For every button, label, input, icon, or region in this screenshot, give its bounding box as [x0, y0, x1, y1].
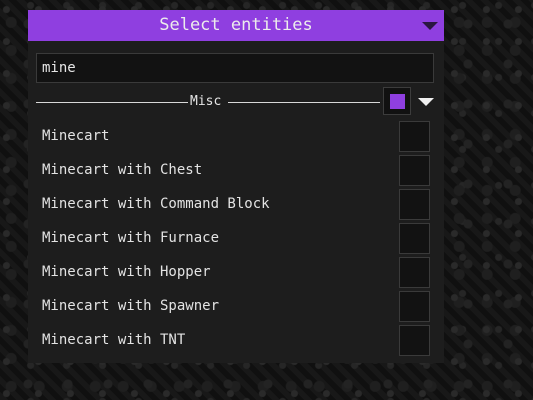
- entity-checkbox[interactable]: [399, 155, 430, 186]
- entity-label: Minecart with Chest: [42, 162, 203, 178]
- search-input[interactable]: mine: [36, 53, 434, 83]
- entity-checkbox[interactable]: [399, 325, 430, 356]
- category-select-all-checkbox[interactable]: [383, 87, 411, 115]
- category-label: Misc: [190, 94, 222, 109]
- entity-checkbox[interactable]: [399, 223, 430, 254]
- entity-label: Minecart with Furnace: [42, 230, 220, 246]
- chevron-down-icon[interactable]: [422, 22, 438, 30]
- entity-checkbox[interactable]: [399, 189, 430, 220]
- entity-row[interactable]: Minecart with Command Block: [28, 187, 444, 221]
- entity-label: Minecart with TNT: [42, 332, 186, 348]
- entity-checkbox[interactable]: [399, 257, 430, 288]
- entity-checkbox[interactable]: [399, 121, 430, 152]
- entity-selector-panel: Select entities mine Misc Minecart Minec…: [28, 10, 444, 363]
- entity-row[interactable]: Minecart: [28, 119, 444, 153]
- entity-label: Minecart: [42, 128, 110, 144]
- chevron-down-icon[interactable]: [418, 98, 434, 106]
- entity-row[interactable]: Minecart with Hopper: [28, 255, 444, 289]
- entity-label: Minecart with Hopper: [42, 264, 211, 280]
- separator-line-left: [36, 102, 188, 103]
- entity-row[interactable]: Minecart with TNT: [28, 323, 444, 357]
- entity-row[interactable]: Minecart with Chest: [28, 153, 444, 187]
- entity-row[interactable]: Minecart with Spawner: [28, 289, 444, 323]
- entity-label: Minecart with Command Block: [42, 196, 270, 212]
- search-input-value: mine: [42, 60, 76, 76]
- panel-title: Select entities: [159, 15, 313, 35]
- entity-label: Minecart with Spawner: [42, 298, 220, 314]
- entity-row[interactable]: Minecart with Furnace: [28, 221, 444, 255]
- separator-line-right: [228, 102, 380, 103]
- header-bar[interactable]: Select entities: [28, 10, 444, 41]
- entity-checkbox[interactable]: [399, 291, 430, 322]
- checkbox-checked-indicator: [390, 94, 405, 109]
